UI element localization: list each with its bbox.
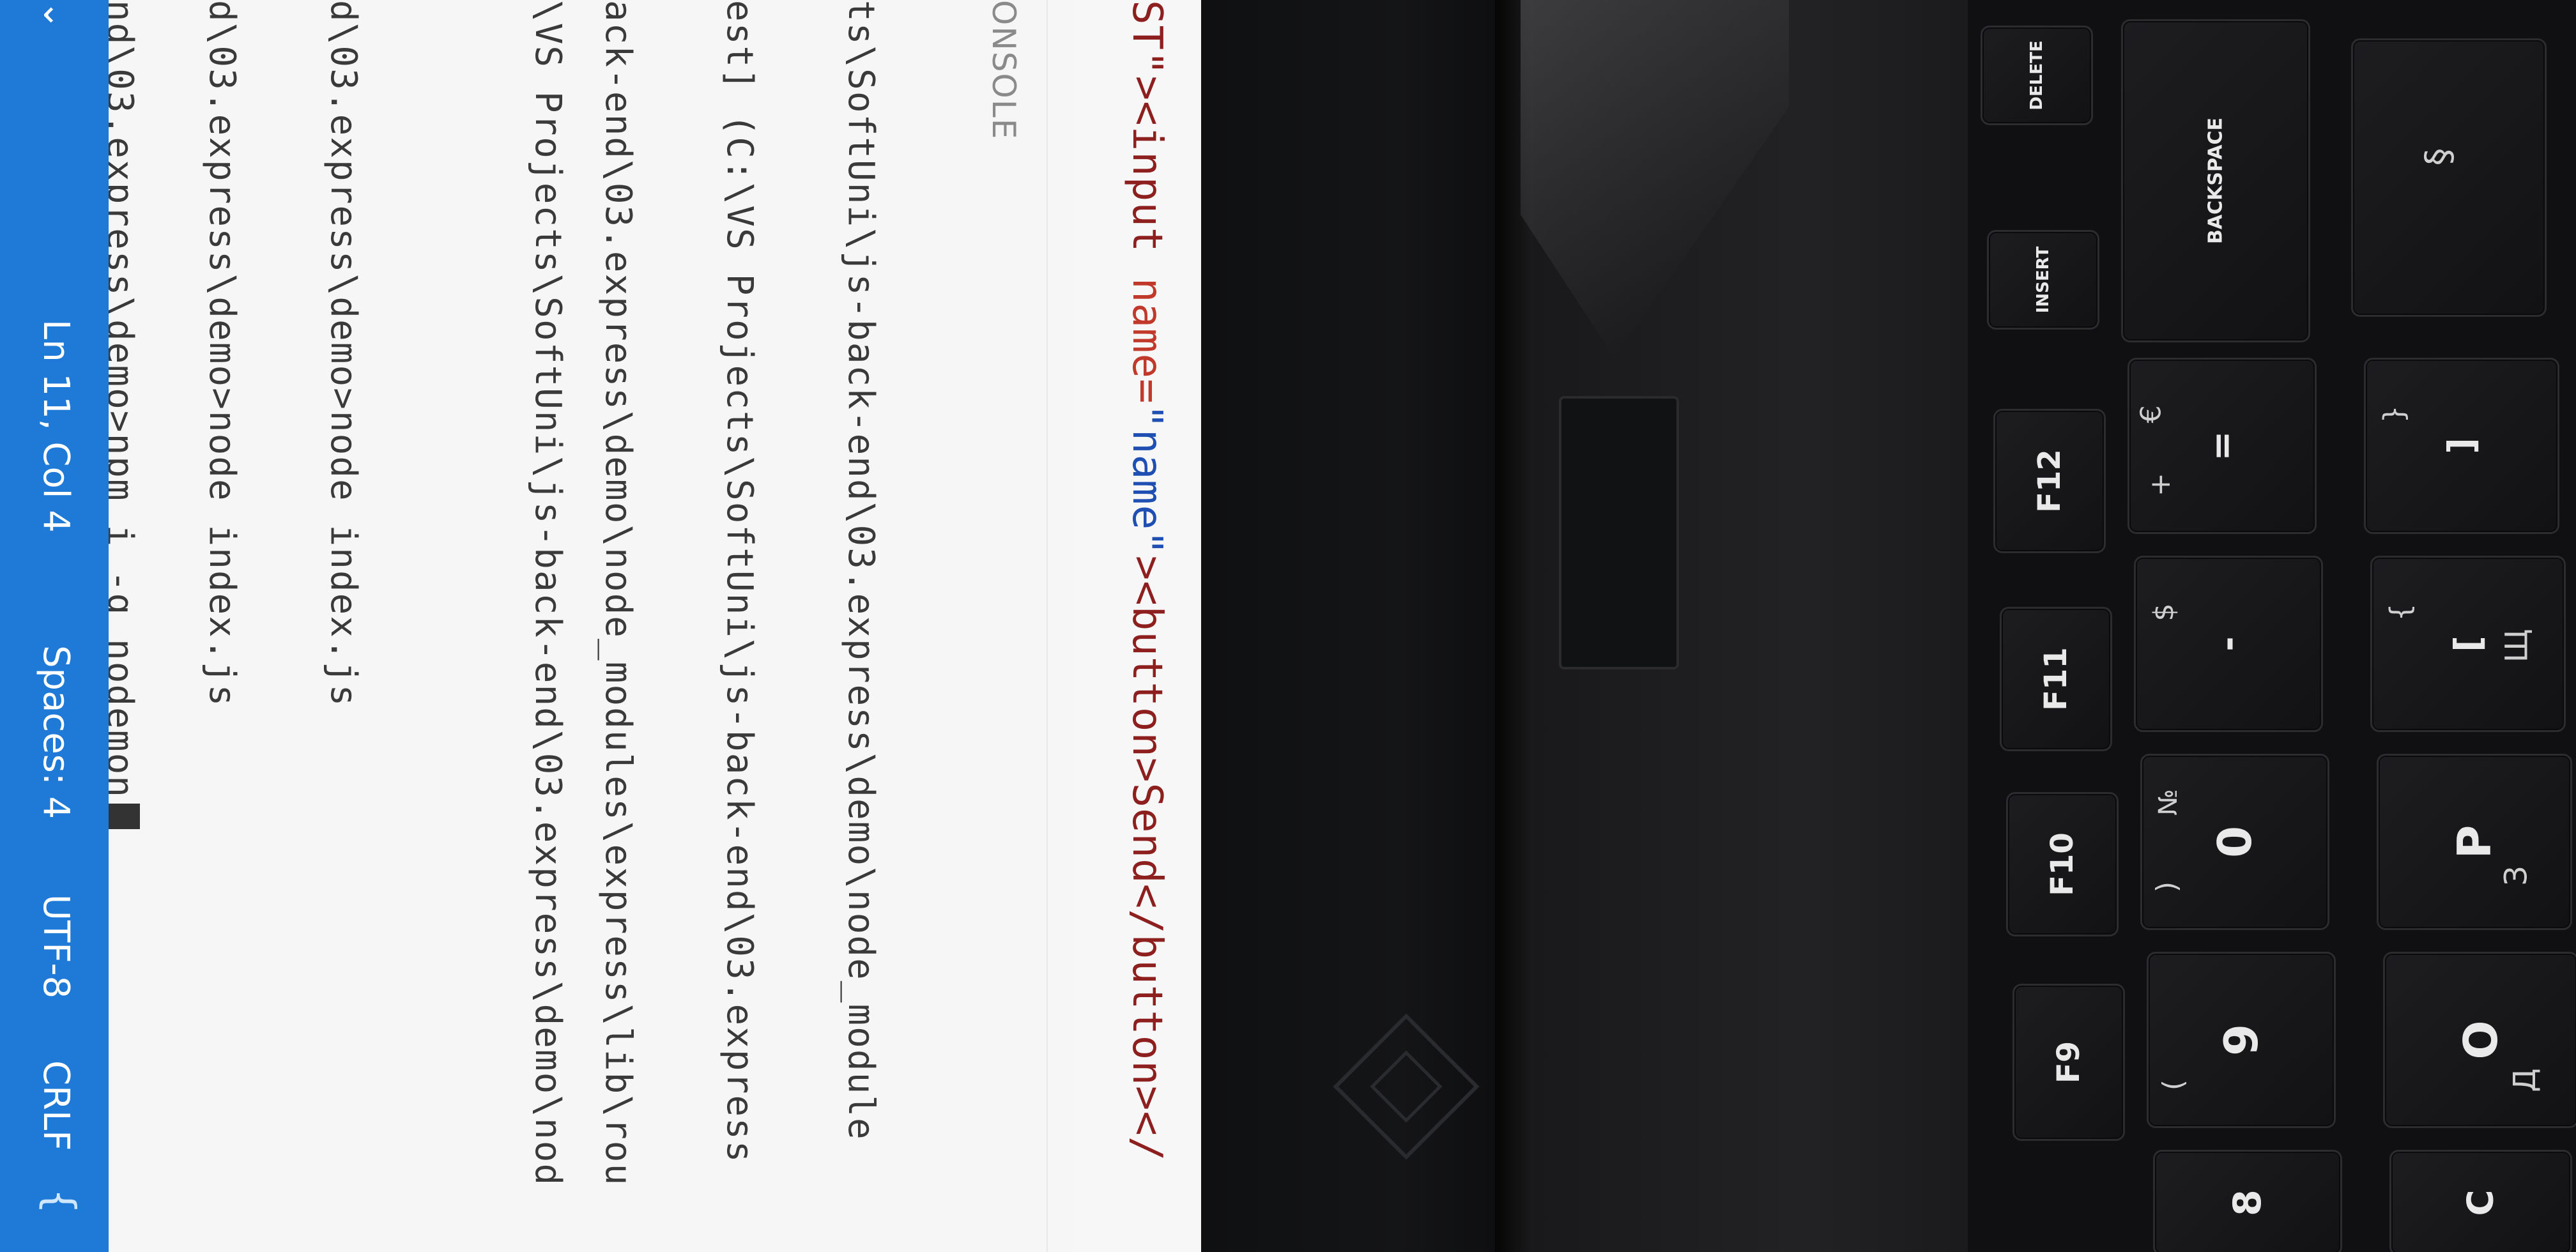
key-insert[interactable]: INSERT	[1987, 230, 2099, 330]
chevron-down-icon[interactable]: ⌄	[35, 0, 77, 30]
editor-code-line[interactable]: ST"><input name="name"><button>Send</but…	[1071, 0, 1201, 1252]
key-nine[interactable]: 9 (	[2147, 952, 2336, 1128]
code-rest: ><button>Send</button></	[1123, 555, 1170, 1162]
key-zero[interactable]: 0 № )	[2140, 754, 2329, 930]
status-cursor-position[interactable]: Ln 11, Col 4	[35, 319, 77, 533]
key-bracket-open[interactable]: [ { Щ	[2370, 556, 2566, 732]
status-indentation[interactable]: Spaces: 4	[35, 645, 77, 819]
keyboard: DELETE INSERT F12 F11 F10 F9 BACKSPACE =…	[1968, 0, 2576, 1252]
status-encoding[interactable]: UTF-8	[35, 894, 77, 998]
key-delete[interactable]: DELETE	[1981, 26, 2093, 125]
terminal-panel[interactable]: ONSOLE ts\SoftUni\js-back-end\03.express…	[99, 0, 1073, 1252]
tab-debug-console[interactable]: ONSOLE	[985, 0, 1022, 140]
status-line-endings[interactable]: CRLF	[35, 1060, 77, 1150]
code-prefix: ST">	[1123, 0, 1170, 102]
terminal-line: d\03.express\demo>node index.js	[201, 0, 243, 708]
key-backslash[interactable]: §	[2351, 38, 2547, 317]
key-eight[interactable]: 8	[2153, 1150, 2342, 1252]
terminal-line: ts\SoftUni\js-back-end\03.express\demo\n…	[840, 0, 882, 1141]
code-attr: name=	[1123, 277, 1170, 404]
vscode-window: ST"><input name="name"><button>Send</but…	[0, 0, 1201, 1252]
key-p[interactable]: P З	[2377, 754, 2572, 930]
key-minus[interactable]: - $	[2134, 556, 2323, 732]
key-f11[interactable]: F11	[2000, 607, 2112, 751]
terminal-line: est] (C:\VS Projects\SoftUni\js-back-end…	[719, 0, 760, 1164]
key-backspace[interactable]: BACKSPACE	[2121, 19, 2310, 342]
code-tag-open: <input	[1123, 101, 1170, 278]
photo-frame: ST"><input name="name"><button>Send</but…	[0, 0, 2576, 1252]
key-f9[interactable]: F9	[2012, 984, 2125, 1141]
key-f10[interactable]: F10	[2006, 792, 2119, 936]
key-f12[interactable]: F12	[1993, 409, 2106, 553]
key-equals[interactable]: = € +	[2128, 358, 2317, 534]
code-text: ST"><input name="name"><button>Send</but…	[1123, 0, 1170, 1161]
panel-divider	[1046, 0, 1048, 1252]
key-o[interactable]: O Д	[2383, 952, 2576, 1128]
webcam-bar	[1559, 396, 1679, 669]
status-bar: ⌄ Ln 11, Col 4 Spaces: 4 UTF-8 CRLF {	[0, 0, 109, 1252]
terminal-line: d\03.express\demo>node index.js	[323, 0, 364, 708]
code-value: "name"	[1123, 404, 1170, 556]
terminal-line: ack-end\03.express\demo\node_modules\exp…	[597, 0, 639, 1187]
key-i[interactable]: C	[2389, 1150, 2572, 1252]
language-mode-icon[interactable]: {	[36, 1188, 83, 1214]
key-bracket-close[interactable]: ] }	[2364, 358, 2559, 534]
laptop-screen: ST"><input name="name"><button>Send</but…	[0, 0, 1201, 1252]
terminal-line: \VS Projects\SoftUni\js-back-end\03.expr…	[527, 0, 569, 1187]
